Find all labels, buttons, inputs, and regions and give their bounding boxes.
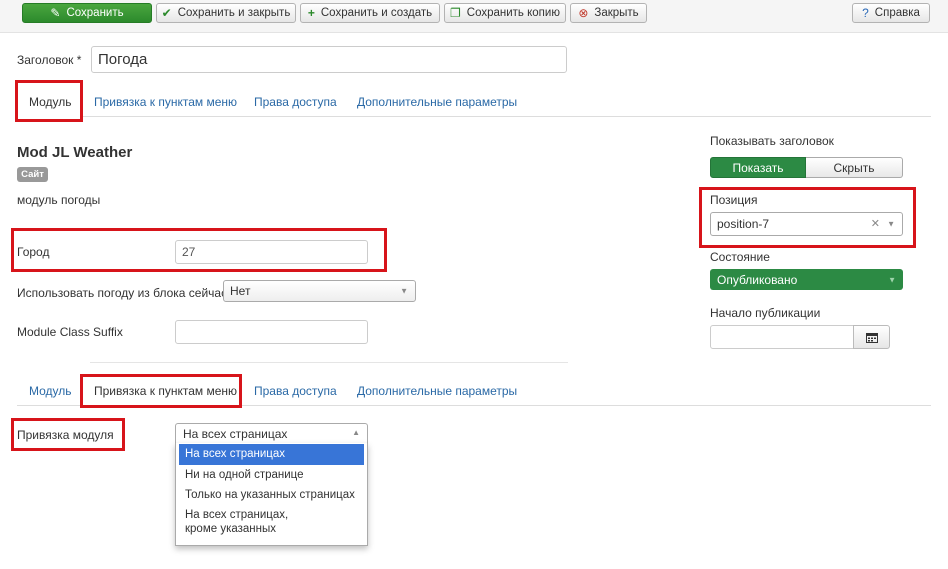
highlight-position: [699, 187, 916, 248]
save-button-label: Сохранить: [66, 7, 124, 19]
plus-icon: +: [307, 6, 315, 20]
caret-down-icon: ▼: [888, 275, 896, 284]
publish-up-label: Начало публикации: [710, 306, 821, 320]
tab-advanced-2[interactable]: Дополнительные параметры: [357, 384, 517, 398]
show-title-label: Показывать заголовок: [710, 134, 834, 148]
caret-down-icon: ▼: [400, 286, 408, 296]
copy-icon: ❐: [450, 6, 461, 20]
tab-module-2[interactable]: Модуль: [29, 384, 72, 398]
tab-advanced[interactable]: Дополнительные параметры: [357, 95, 517, 109]
module-description: модуль погоды: [17, 193, 101, 207]
use-weather-select[interactable]: Нет ▼: [223, 280, 416, 302]
assignment-option[interactable]: Ни на одной странице: [179, 465, 364, 485]
tab-divider-2b: [242, 405, 931, 406]
save-copy-button[interactable]: ❐ Сохранить копию: [444, 3, 566, 23]
save-close-label: Сохранить и закрыть: [177, 7, 291, 19]
tab-permissions-2[interactable]: Права доступа: [254, 384, 337, 398]
tab-divider-2a: [17, 405, 80, 406]
status-value: Опубликовано: [717, 272, 798, 287]
help-icon: ?: [862, 6, 869, 20]
calendar-button[interactable]: [853, 325, 890, 349]
assignment-option[interactable]: Только на указанных страницах: [179, 485, 364, 505]
caret-up-icon: ▲: [352, 428, 360, 437]
assignment-option[interactable]: На всех страницах, кроме указанных: [179, 505, 329, 539]
highlight-tab-module: [15, 80, 83, 122]
show-button[interactable]: Показать: [710, 157, 806, 178]
save-close-button[interactable]: ✔ Сохранить и закрыть: [156, 3, 296, 23]
highlight-tab-menu: [80, 374, 242, 408]
close-label: Закрыть: [594, 7, 639, 19]
calendar-icon: [865, 332, 878, 343]
help-button[interactable]: ? Справка: [852, 3, 930, 23]
tab-menu-assignment[interactable]: Привязка к пунктам меню: [94, 95, 237, 109]
close-button[interactable]: ⊗ Закрыть: [570, 3, 647, 23]
status-label: Состояние: [710, 250, 770, 264]
use-weather-value: Нет: [230, 284, 251, 298]
section-divider: [90, 362, 568, 363]
tab-permissions[interactable]: Права доступа: [254, 95, 337, 109]
save-new-label: Сохранить и создать: [320, 7, 433, 19]
suffix-input[interactable]: [175, 320, 368, 344]
assignment-option[interactable]: На всех страницах: [179, 444, 364, 465]
toolbar: ✎ Сохранить ✔ Сохранить и закрыть + Сохр…: [0, 0, 948, 33]
publish-up-input[interactable]: [710, 325, 854, 349]
title-label: Заголовок *: [17, 53, 82, 67]
highlight-assignment: [11, 418, 125, 451]
assignment-options: На всех страницах Ни на одной странице Т…: [175, 443, 368, 546]
assignment-select[interactable]: На всех страницах ▲: [175, 423, 368, 443]
check-icon: ✔: [161, 6, 172, 20]
save-new-button[interactable]: + Сохранить и создать: [300, 3, 440, 23]
suffix-label: Module Class Suffix: [17, 325, 123, 339]
help-label: Справка: [874, 7, 920, 19]
cancel-icon: ⊗: [578, 6, 589, 20]
assignment-selected: На всех страницах: [183, 426, 288, 441]
module-name: Mod JL Weather: [17, 144, 133, 161]
status-select[interactable]: Опубликовано ▼: [710, 269, 903, 290]
save-button[interactable]: ✎ Сохранить: [22, 3, 152, 23]
edit-icon: ✎: [50, 6, 61, 20]
site-badge: Сайт: [17, 167, 48, 182]
hide-button[interactable]: Скрыть: [806, 157, 903, 178]
use-weather-label: Использовать погоду из блока сейчас: [17, 286, 228, 300]
save-copy-label: Сохранить копию: [466, 7, 560, 19]
tab-divider: [82, 116, 931, 117]
highlight-city: [11, 228, 387, 272]
title-input[interactable]: Погода: [91, 46, 567, 73]
